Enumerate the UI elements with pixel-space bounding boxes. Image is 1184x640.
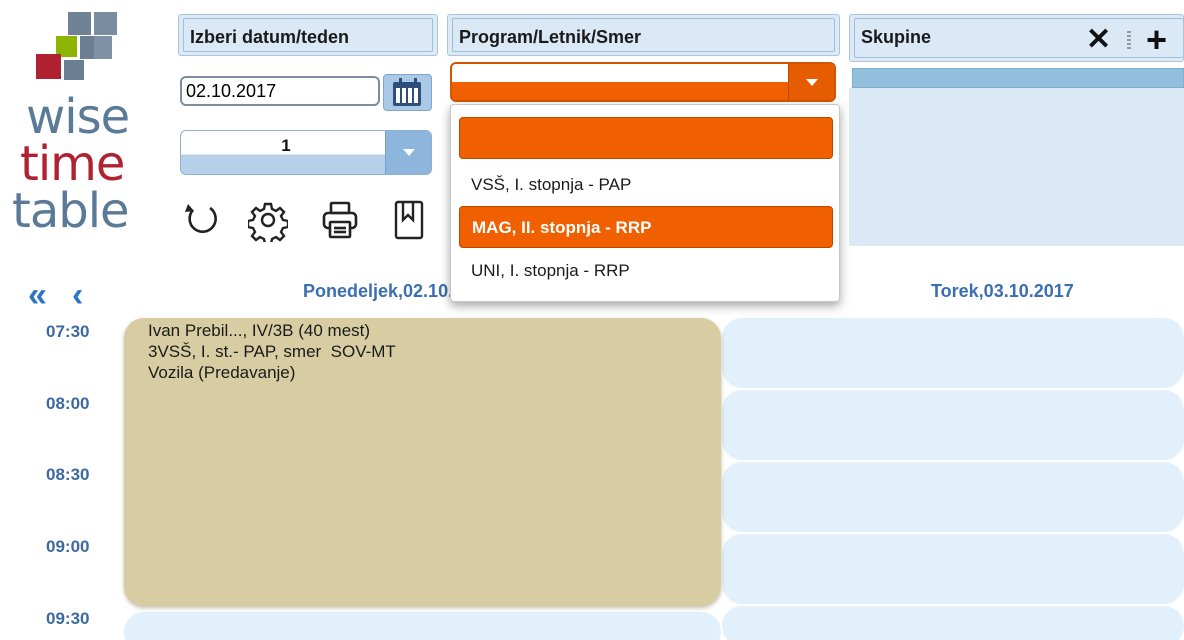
time-slot[interactable] (722, 390, 1184, 460)
add-icon[interactable]: + (1146, 22, 1167, 58)
logo-square (64, 60, 84, 80)
time-slot[interactable] (722, 318, 1184, 388)
print-button[interactable] (320, 198, 360, 242)
logo-word-table: table (12, 183, 130, 239)
logo-square (68, 12, 91, 35)
drag-handle-icon[interactable] (1127, 31, 1131, 49)
chevron-down-icon[interactable] (385, 131, 431, 174)
bookmark-button[interactable] (390, 198, 430, 242)
logo-word-time: time (20, 136, 125, 192)
date-panel-title: Izberi datum/teden (183, 18, 433, 52)
event-block[interactable]: Ivan Prebil..., IV/3B (40 mest) 3VSŠ, I.… (124, 318, 721, 606)
time-label: 07:30 (46, 322, 90, 341)
calendar-icon (393, 82, 421, 106)
close-icon[interactable]: ✕ (1086, 25, 1111, 55)
date-input[interactable] (180, 76, 380, 106)
date-panel-header: Izberi datum/teden (178, 14, 438, 56)
program-dropdown-list[interactable]: VSŠ, I. stopnja - PAP MAG, II. stopnja -… (450, 104, 840, 302)
calendar-ring (399, 78, 402, 85)
logo-square (94, 36, 112, 59)
time-slot[interactable] (722, 534, 1184, 604)
program-panel-header: Program/Letnik/Smer (447, 14, 840, 56)
program-panel-title: Program/Letnik/Smer (452, 18, 835, 52)
time-label: 09:30 (46, 609, 90, 628)
groups-list[interactable] (849, 88, 1184, 246)
time-label: 08:30 (46, 465, 90, 484)
prev-day-button[interactable]: ‹ (72, 278, 83, 312)
settings-button[interactable] (246, 198, 290, 246)
logo: wise time table (8, 10, 158, 260)
printer-icon (322, 201, 358, 239)
event-line-3: Vozila (Predavanje) (148, 363, 296, 382)
time-label: 09:00 (46, 537, 90, 556)
logo-word-wise: wise (26, 89, 130, 145)
week-select[interactable]: 1 (180, 130, 432, 175)
event-line-1: Ivan Prebil..., IV/3B (40 mest) (148, 321, 371, 340)
chevron-down-icon[interactable] (788, 64, 834, 100)
gear-icon (246, 202, 290, 246)
logo-square (94, 12, 117, 35)
groups-panel-title: Skupine (854, 18, 1183, 58)
refresh-button[interactable] (182, 198, 222, 242)
event-line-2: 3VSŠ, I. st.- PAP, smer SOV-MT (148, 342, 396, 361)
time-slot[interactable] (722, 462, 1184, 532)
refresh-icon (185, 204, 217, 234)
week-select-value: 1 (281, 136, 291, 155)
prev-week-button[interactable]: « (28, 278, 47, 312)
program-select[interactable] (450, 62, 836, 102)
day-header-tuesday: Torek,03.10.2017 (931, 281, 1074, 301)
bookmark-icon (394, 200, 424, 240)
calendar-button[interactable] (383, 74, 432, 111)
logo-square (36, 54, 61, 79)
time-slot[interactable] (722, 606, 1184, 640)
program-option[interactable]: UNI, I. stopnja - RRP (459, 250, 833, 292)
calendar-ring (414, 78, 417, 85)
time-slot[interactable] (124, 612, 721, 640)
groups-bar (852, 68, 1184, 88)
program-option[interactable] (459, 117, 833, 159)
program-option[interactable]: VSŠ, I. stopnja - PAP (459, 164, 833, 206)
groups-panel-header: Skupine (849, 14, 1184, 62)
time-label: 08:00 (46, 394, 90, 413)
program-option[interactable]: MAG, II. stopnja - RRP (459, 206, 833, 248)
